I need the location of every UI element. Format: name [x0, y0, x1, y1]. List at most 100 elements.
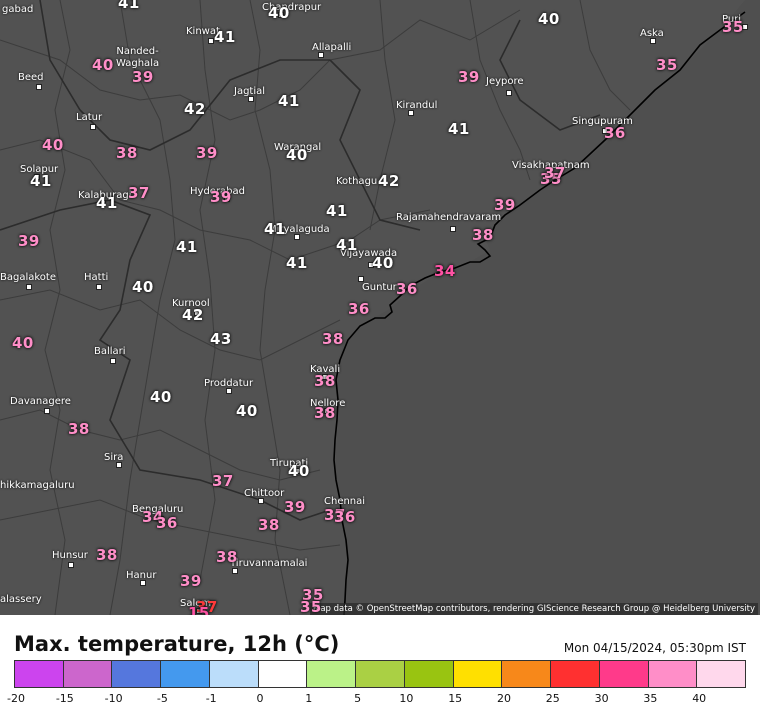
temperature-value: 39 [18, 232, 40, 250]
legend-tick-label: -15 [55, 692, 74, 705]
city-marker-rajahmundry [450, 226, 456, 232]
city-marker-aska [650, 38, 656, 44]
temperature-value: 41 [176, 238, 198, 256]
temperature-value: 38 [216, 548, 238, 566]
temperature-value: 40 [12, 334, 34, 352]
temperature-value: 41 [214, 28, 236, 46]
bay-of-bengal [335, 0, 760, 615]
legend-swatch [307, 661, 357, 687]
timestamp: Mon 04/15/2024, 05:30pm IST [563, 641, 746, 655]
city-label-ballari: Ballari [94, 346, 126, 357]
legend-swatch [502, 661, 552, 687]
legend-swatch [404, 661, 454, 687]
temperature-value: 39 [494, 196, 516, 214]
temperature-value: 39 [458, 68, 480, 86]
temperature-value: 39 [180, 572, 202, 590]
city-marker-kirandul [408, 110, 414, 116]
city-label-chittoor: Chittoor [244, 488, 285, 499]
legend-tick-label: 10 [399, 692, 414, 705]
temperature-value: 38 [68, 420, 90, 438]
temperature-value: 36 [396, 280, 418, 298]
temperature-value: 36 [604, 124, 626, 142]
city-label-beed: Beed [18, 72, 44, 83]
temperature-value: 36 [156, 514, 178, 532]
temperature-value: 40 [372, 254, 394, 272]
legend-tick-label: 30 [594, 692, 609, 705]
legend-swatch [63, 661, 113, 687]
legend-tick-label: 25 [545, 692, 560, 705]
temperature-value: 38 [116, 144, 138, 162]
legend-swatch [161, 661, 210, 687]
legend-tick-label: -1 [205, 692, 217, 705]
city-marker-hatti [96, 284, 102, 290]
temperature-value: 38 [472, 226, 494, 244]
temperature-value: 40 [538, 10, 560, 28]
city-label-davanagere: Davanagere [10, 396, 71, 407]
city-marker-sira [116, 462, 122, 468]
legend-tick-label: -20 [7, 692, 25, 705]
city-marker-hanur [140, 580, 146, 586]
temperature-value: 41 [264, 220, 286, 238]
temperature-value: 37 [128, 184, 150, 202]
legend-tick-label: 20 [497, 692, 511, 705]
temperature-value: 41 [30, 172, 52, 190]
temperature-value: 40 [92, 56, 114, 74]
city-label-nanded: Nanded- Waghala [116, 46, 160, 69]
temperature-value: 40 [236, 402, 258, 420]
temperature-value: 43 [210, 330, 232, 348]
map-boundaries [0, 0, 760, 615]
map-title: Max. temperature, 12h (°C) [14, 632, 340, 656]
temperature-value: 42 [184, 100, 206, 118]
temperature-value: 41 [448, 120, 470, 138]
city-label-bagalakote: Bagalakote [0, 272, 56, 283]
city-label-kothagudem: Kothagu [336, 176, 378, 187]
city-marker-allapalli [318, 52, 324, 58]
city-marker-davanagere [44, 408, 50, 414]
temperature-value: 38 [258, 516, 280, 534]
city-marker-jeypore [506, 90, 512, 96]
legend-tick-label: -10 [104, 692, 123, 705]
temperature-value: 41 [326, 202, 348, 220]
temperature-value: 41 [118, 0, 140, 12]
city-marker-latur [90, 124, 96, 130]
city-label-gabad: gabad [2, 4, 34, 15]
color-legend [14, 660, 746, 688]
temperature-value: 36 [348, 300, 370, 318]
temperature-value: 39 [284, 498, 306, 516]
city-marker-chittoor [258, 498, 264, 504]
temperature-value: 36 [334, 508, 356, 526]
legend-tick-label: 0 [256, 692, 264, 705]
temperature-value: 41 [286, 254, 308, 272]
city-label-guntur: Guntur [362, 282, 397, 293]
city-label-hunsur: Hunsur [52, 550, 88, 561]
city-label-latur: Latur [76, 112, 103, 123]
temperature-value: 34 [434, 262, 456, 280]
temperature-map[interactable]: Map data © OpenStreetMap contributors, r… [0, 0, 760, 615]
city-marker-proddatur [226, 388, 232, 394]
temperature-value: 39 [210, 188, 232, 206]
temperature-value: 40 [42, 136, 64, 154]
city-marker-jagtial [248, 96, 254, 102]
temperature-value: 41 [278, 92, 300, 110]
temperature-value: 39 [196, 144, 218, 162]
temperature-value: 39 [132, 68, 154, 86]
legend-swatch [648, 661, 698, 687]
city-label-tiruvannamalai: Tiruvannamalai [230, 558, 308, 569]
city-marker-tiruvannamalai [232, 568, 238, 574]
city-label-jeypore: Jeypore [486, 76, 524, 87]
city-marker-miryalaguda [294, 234, 300, 240]
temperature-value: 38 [322, 330, 344, 348]
temperature-value: 41 [336, 236, 358, 254]
temperature-value: 40 [132, 278, 154, 296]
legend-swatch [356, 661, 405, 687]
temperature-value: 37 [212, 472, 234, 490]
legend-swatch [551, 661, 600, 687]
temperature-value: 41 [96, 194, 118, 212]
legend-swatch [697, 661, 746, 687]
legend-swatch [15, 661, 64, 687]
legend-swatch [209, 661, 259, 687]
temperature-value: 38 [314, 404, 336, 422]
city-marker-beed [36, 84, 42, 90]
city-label-kirandul: Kirandul [396, 100, 438, 111]
temperature-value: 42 [182, 306, 204, 324]
